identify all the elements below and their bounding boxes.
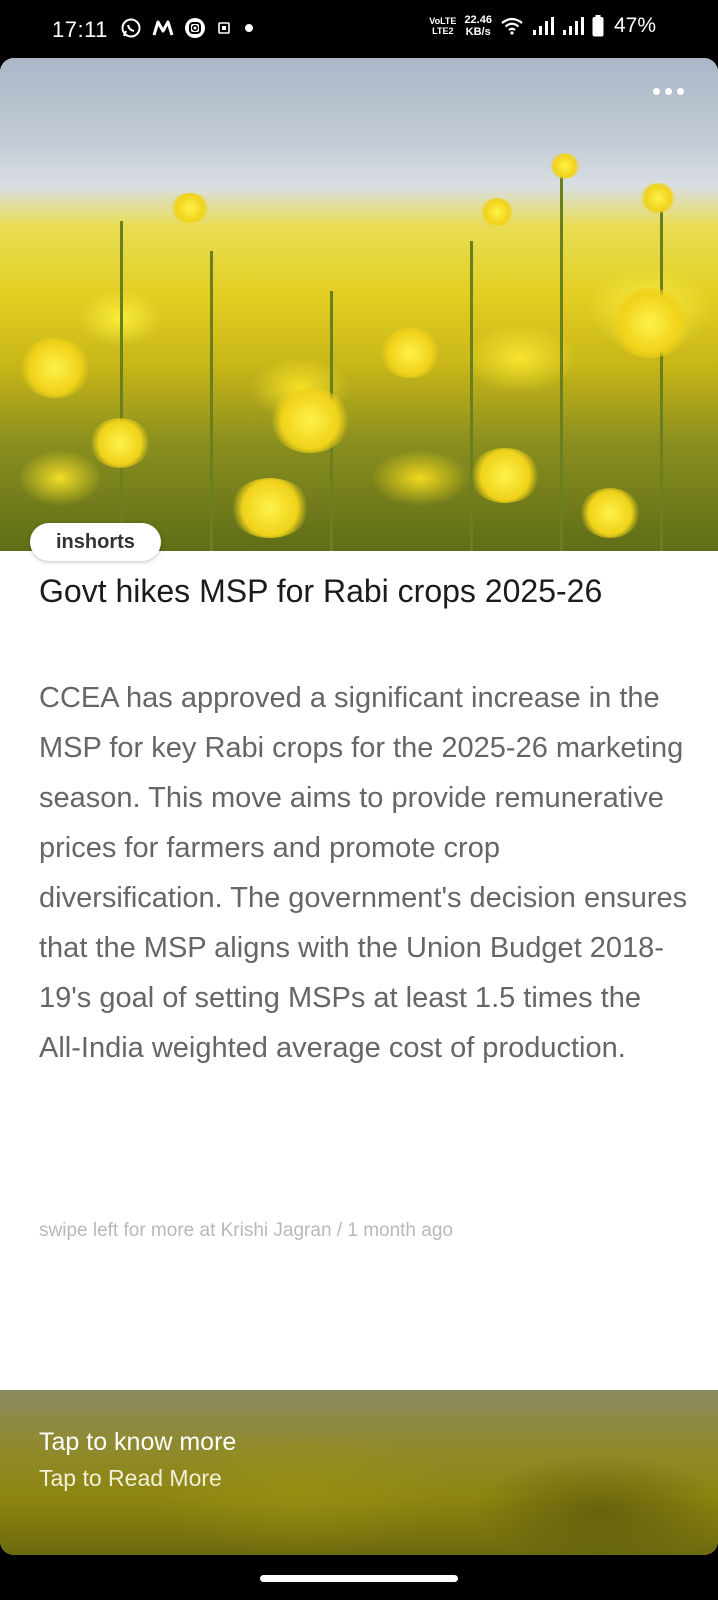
whatsapp-icon: [120, 17, 142, 39]
hero-image-mustard-field: [0, 58, 718, 551]
volte-label: VoLTE: [429, 16, 457, 26]
footer-subtitle: Tap to Read More: [39, 1465, 222, 1491]
status-bar: 17:11 VoLTE LTE2 22.46 KB/s 47%: [0, 0, 718, 58]
article-source-line[interactable]: swipe left for more at Krishi Jagran / 1…: [39, 1220, 453, 1242]
footer-title: Tap to know more: [39, 1428, 237, 1456]
status-right-icons: VoLTE LTE2 22.46 KB/s 47%: [429, 14, 656, 38]
status-left-icons: [120, 17, 256, 39]
lte-label: LTE2: [432, 26, 454, 36]
signal-2-icon: [562, 16, 584, 36]
sim-icon: [216, 19, 232, 37]
status-time: 17:11: [52, 17, 108, 42]
volte-indicator: VoLTE LTE2: [429, 16, 456, 36]
tap-to-know-more-banner[interactable]: Tap to know more Tap to Read More: [0, 1390, 718, 1555]
signal-1-icon: [532, 16, 554, 36]
wifi-icon: [500, 16, 524, 36]
notification-dot-icon: [242, 21, 256, 35]
article-body: CCEA has approved a significant increase…: [39, 682, 688, 1064]
more-options-icon[interactable]: [647, 82, 690, 101]
inshorts-brand-label: inshorts: [30, 523, 161, 561]
article-headline: Govt hikes MSP for Rabi crops 2025-26: [39, 573, 603, 609]
m-app-icon: [152, 19, 174, 37]
battery-percent: 47%: [613, 14, 656, 37]
instagram-icon: [184, 17, 206, 39]
news-card[interactable]: inshorts Govt hikes MSP for Rabi crops 2…: [0, 58, 718, 1555]
network-speed: 22.46 KB/s: [464, 14, 492, 38]
speed-unit: KB/s: [465, 26, 491, 38]
battery-icon: [592, 15, 604, 37]
home-indicator[interactable]: [260, 1575, 458, 1582]
speed-value: 22.46: [464, 14, 492, 26]
